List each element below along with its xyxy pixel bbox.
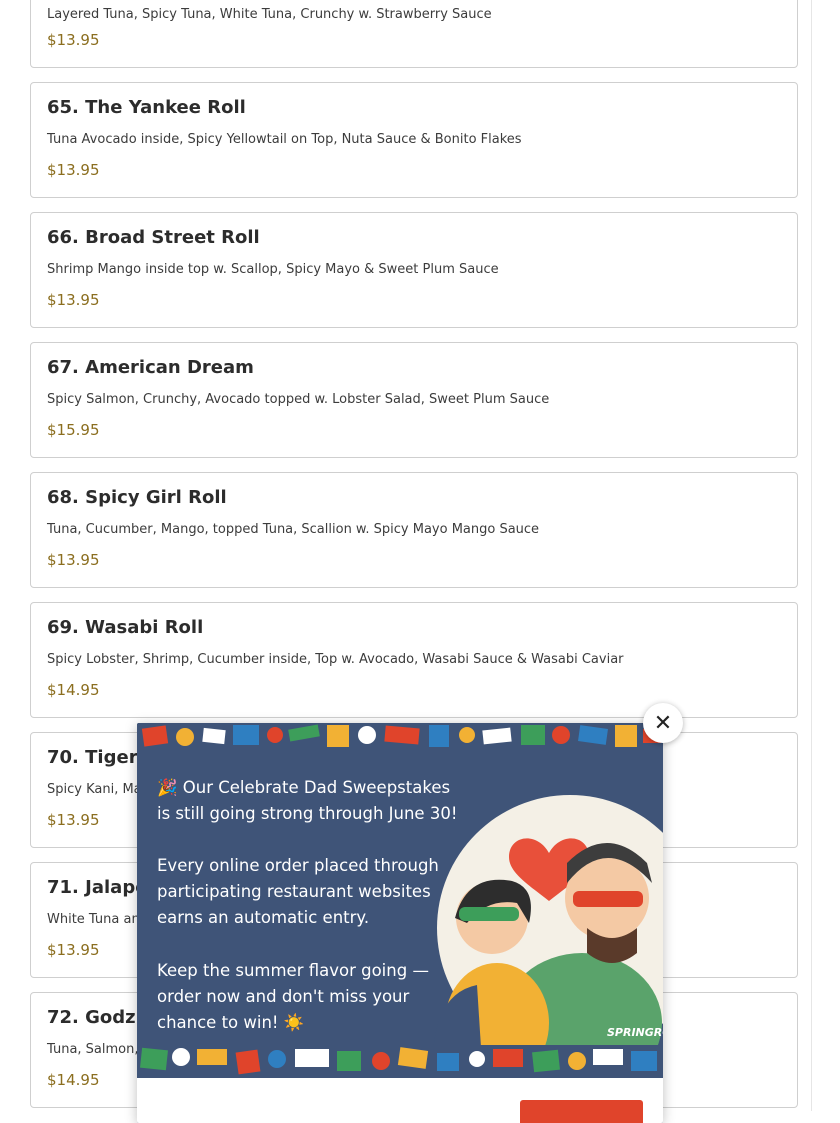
menu-item-price: $13.95 (47, 941, 100, 959)
menu-item-name: 66. Broad Street Roll (47, 227, 260, 248)
menu-item-price: $15.95 (47, 421, 100, 439)
menu-item-card[interactable]: 66. Broad Street Roll Shrimp Mango insid… (30, 212, 798, 328)
menu-item-description: Tuna, Salmon, (47, 1042, 139, 1057)
order-now-button[interactable] (520, 1100, 643, 1123)
popup-line-6: Keep the summer flavor going — (157, 961, 429, 980)
menu-item-name: 69. Wasabi Roll (47, 617, 204, 638)
menu-item-description: White Tuna an (47, 912, 140, 927)
menu-item-description: Spicy Lobster, Shrimp, Cucumber inside, … (47, 652, 624, 667)
popup-footer (137, 1078, 663, 1123)
menu-item-price: $13.95 (47, 291, 100, 309)
menu-item-price: $13.95 (47, 551, 100, 569)
popup-line-8: chance to win! ☀️ (157, 1013, 305, 1032)
menu-item-description: Tuna Avocado inside, Spicy Yellowtail on… (47, 132, 522, 147)
menu-item-description: Spicy Salmon, Crunchy, Avocado topped w.… (47, 392, 550, 407)
popup-line-2: is still going strong through June 30! (157, 804, 458, 823)
close-popup-button[interactable]: ✕ (643, 703, 683, 743)
menu-item-card[interactable]: 68. Spicy Girl Roll Tuna, Cucumber, Mang… (30, 472, 798, 588)
menu-item-card[interactable]: Layered Tuna, Spicy Tuna, White Tuna, Cr… (30, 0, 798, 68)
menu-item-price: $14.95 (47, 1071, 100, 1089)
menu-item-card[interactable]: 65. The Yankee Roll Tuna Avocado inside,… (30, 82, 798, 198)
menu-item-name: 68. Spicy Girl Roll (47, 487, 227, 508)
menu-item-description: Tuna, Cucumber, Mango, topped Tuna, Scal… (47, 522, 540, 537)
menu-item-description: Shrimp Mango inside top w. Scallop, Spic… (47, 262, 499, 277)
menu-item-price: $14.95 (47, 681, 100, 699)
popup-line-4: participating restaurant websites (157, 882, 431, 901)
menu-item-description: Spicy Kani, Ma (47, 782, 142, 797)
menu-item-card[interactable]: 69. Wasabi Roll Spicy Lobster, Shrimp, C… (30, 602, 798, 718)
popup-line-7: order now and don't miss your (157, 987, 410, 1006)
menu-item-description: Layered Tuna, Spicy Tuna, White Tuna, Cr… (47, 7, 492, 22)
sweepstakes-popup[interactable]: SPRINGROLL 🎉 Our Celebrate Dad Sweepstak… (137, 723, 663, 1123)
menu-item-card[interactable]: 67. American Dream Spicy Salmon, Crunchy… (30, 342, 798, 458)
scrollbar-track[interactable] (811, 0, 812, 1111)
menu-item-price: $13.95 (47, 811, 100, 829)
menu-item-price: $13.95 (47, 31, 100, 49)
menu-item-name: 67. American Dream (47, 357, 254, 378)
popup-line-1: 🎉 Our Celebrate Dad Sweepstakes (157, 778, 451, 797)
menu-item-price: $13.95 (47, 161, 100, 179)
popup-line-5: earns an automatic entry. (157, 908, 370, 927)
popup-line-3: Every online order placed through (157, 856, 439, 875)
shirt-logo-text: SPRINGROLL (607, 1026, 663, 1039)
menu-item-name: 65. The Yankee Roll (47, 97, 246, 118)
close-icon: ✕ (653, 710, 673, 736)
